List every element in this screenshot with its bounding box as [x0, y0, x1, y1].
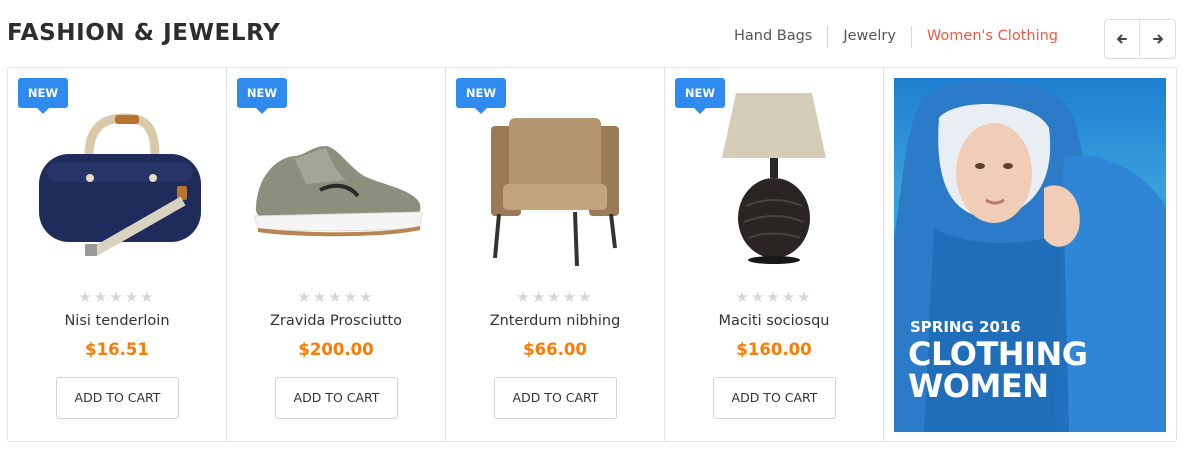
product-card: NEW ★★★★★ Maciti sociosqu $160.00 ADD TO…	[665, 68, 884, 441]
star-rating: ★★★★★	[78, 289, 156, 306]
product-price: $160.00	[736, 340, 812, 359]
add-to-cart-button[interactable]: ADD TO CART	[494, 377, 617, 419]
new-badge: NEW	[675, 78, 725, 114]
product-name[interactable]: Nisi tenderloin	[8, 313, 226, 329]
product-image-table-lamp[interactable]	[679, 83, 869, 278]
add-to-cart-button[interactable]: ADD TO CART	[56, 377, 179, 419]
product-image-armchair[interactable]	[460, 83, 650, 278]
product-price: $200.00	[298, 340, 374, 359]
star-rating: ★★★★★	[297, 289, 375, 306]
promo-banner-cell: SPRING 2016 CLOTHING WOMEN	[884, 68, 1176, 441]
product-name[interactable]: Znterdum nibhing	[446, 313, 664, 329]
tab-jewelry[interactable]: Jewelry	[827, 26, 911, 48]
product-card: NEW ★★★★★ Znterdum nibhing $66.00 ADD TO…	[446, 68, 665, 441]
product-price: $16.51	[85, 340, 149, 359]
banner-headline-line2: WOMEN	[908, 367, 1049, 405]
next-button[interactable]	[1140, 20, 1175, 58]
new-badge: NEW	[237, 78, 287, 114]
add-to-cart-button[interactable]: ADD TO CART	[275, 377, 398, 419]
new-badge: NEW	[18, 78, 68, 114]
product-price: $66.00	[523, 340, 587, 359]
category-tabs: Hand Bags Jewelry Women's Clothing	[719, 26, 1073, 48]
add-to-cart-button[interactable]: ADD TO CART	[713, 377, 836, 419]
tab-hand-bags[interactable]: Hand Bags	[719, 26, 827, 48]
section-header: FASHION & JEWELRY Hand Bags Jewelry Wome…	[0, 0, 1183, 66]
tab-womens-clothing[interactable]: Women's Clothing	[910, 26, 1073, 48]
arrow-left-icon	[1117, 34, 1127, 44]
promo-banner[interactable]: SPRING 2016 CLOTHING WOMEN	[894, 78, 1166, 432]
banner-headline: CLOTHING WOMEN	[908, 338, 1088, 402]
product-card: NEW ★★★★★ Nisi tenderloin $16.51 ADD TO …	[8, 68, 227, 441]
banner-subtitle: SPRING 2016	[910, 318, 1021, 336]
product-image-duffel-bag[interactable]	[22, 83, 212, 278]
product-name[interactable]: Zravida Prosciutto	[227, 313, 445, 329]
prev-button[interactable]	[1105, 20, 1140, 58]
arrow-right-icon	[1152, 34, 1163, 44]
section-title: FASHION & JEWELRY	[7, 20, 281, 46]
product-name[interactable]: Maciti sociosqu	[665, 313, 883, 329]
banner-headline-line1: CLOTHING	[908, 335, 1088, 373]
star-rating: ★★★★★	[735, 289, 813, 306]
carousel-nav	[1104, 19, 1176, 59]
star-rating: ★★★★★	[516, 289, 594, 306]
product-grid: NEW ★★★★★ Nisi tenderloin $16.51 ADD TO …	[7, 67, 1177, 442]
new-badge: NEW	[456, 78, 506, 114]
product-image-sneaker[interactable]	[241, 83, 431, 278]
product-card: NEW ★★★★★ Zravida Prosciutto $200.00 ADD…	[227, 68, 446, 441]
